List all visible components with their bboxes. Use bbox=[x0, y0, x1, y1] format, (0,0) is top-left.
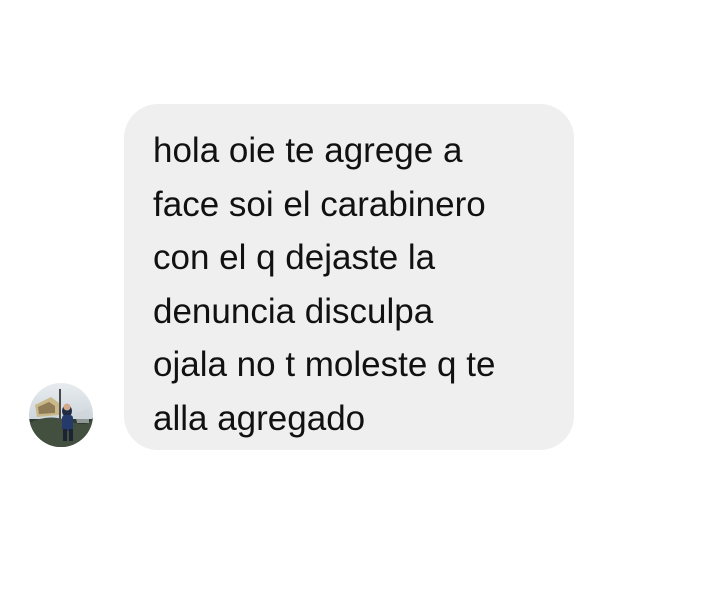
message-text-line: face soi el carabinero bbox=[153, 184, 486, 224]
message-text-line: ojala no t moleste q te bbox=[153, 345, 496, 384]
profile-photo-icon bbox=[29, 383, 93, 447]
conversation-thread: hola oie te agrege a face soi el carabin… bbox=[0, 0, 720, 592]
message-text-line: alla agregado bbox=[153, 398, 366, 438]
avatar[interactable] bbox=[29, 383, 93, 447]
message-text-line: denuncia disculpa bbox=[153, 291, 434, 331]
message-bubble[interactable]: hola oie te agrege a face soi el carabin… bbox=[124, 104, 574, 450]
message-text-line: hola oie te agrege a bbox=[153, 131, 463, 170]
message-text-line: con el q dejaste la bbox=[153, 238, 436, 277]
